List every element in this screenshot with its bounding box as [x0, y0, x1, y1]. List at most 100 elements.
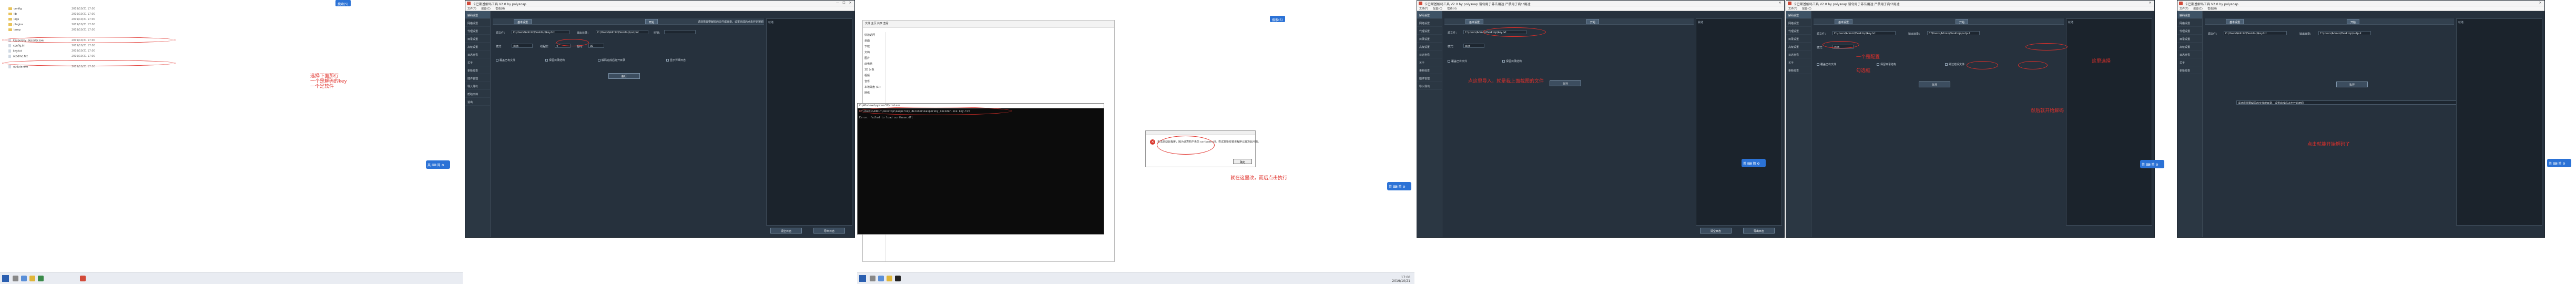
ime-badge[interactable]: 英 ⌨ 简 ⚙ [1387, 182, 1411, 190]
start-button[interactable]: 开始 [645, 19, 658, 24]
sidebar-item[interactable]: 解码设置 [2177, 11, 2202, 19]
checkbox-open-dir[interactable]: 解码完成后打开目录 [598, 58, 625, 62]
checkbox-overwrite[interactable]: 覆盖已有文件 [1448, 59, 1467, 63]
output-field[interactable]: C:\Users\Admin\Desktop\output [1927, 31, 1980, 35]
start-button[interactable]: 开始 [1586, 19, 1600, 24]
windows-start-icon[interactable] [859, 275, 866, 282]
checkbox-keep-tree[interactable]: 保留目录结构 [1877, 63, 1896, 66]
source-field[interactable]: C:\Users\Admin\Desktop\key.txt [1832, 31, 1896, 35]
nav-item[interactable]: 本地磁盘 (C:) [863, 84, 885, 90]
sidebar-item[interactable]: 更新检查 [1786, 66, 1811, 74]
search-chip[interactable]: 搜索(S) [335, 0, 351, 6]
menu-help[interactable]: 帮助(H) [2207, 7, 2217, 11]
tab-basic[interactable]: 基本设置 [1465, 19, 1484, 24]
nav-item[interactable]: 音乐 [863, 78, 885, 84]
taskbar-app-icon[interactable] [80, 276, 86, 281]
sidebar-item[interactable]: 代理设置 [1786, 27, 1811, 35]
run-button[interactable]: 执行 [1919, 82, 1950, 87]
menu-file[interactable]: 文件(F) [1788, 7, 1797, 11]
tab-basic[interactable]: 基本设置 [2226, 19, 2244, 24]
checkbox-skip-errors[interactable]: 跳过错误文件 [1945, 63, 1964, 66]
ime-badge[interactable]: 英 ⌨ 简 ⚙ [426, 160, 450, 169]
sidebar-item[interactable]: 日志查看 [1786, 50, 1811, 58]
checkbox-overwrite[interactable]: 覆盖已有文件 [1817, 63, 1836, 66]
nav-item[interactable]: 文档 [863, 49, 885, 55]
sidebar-item[interactable]: 解码设置 [465, 11, 490, 19]
run-button[interactable]: 执行 [1550, 80, 1581, 86]
close-icon[interactable]: ✕ [847, 1, 853, 6]
checkbox-keep-tree[interactable]: 保留目录结构 [545, 58, 565, 62]
checkbox-verbose[interactable]: 显示详细日志 [666, 58, 686, 62]
sidebar-item[interactable]: 目录设置 [465, 35, 490, 43]
maximize-icon[interactable]: ☐ [841, 1, 847, 6]
sidebar-item[interactable]: 退出 [465, 98, 490, 106]
close-icon[interactable]: ✕ [2537, 1, 2543, 6]
nav-item[interactable]: 3D 对象 [863, 67, 885, 73]
run-button[interactable]: 执行 [2336, 82, 2368, 87]
tab-basic[interactable]: 基本设置 [1835, 19, 1853, 24]
sidebar-item[interactable]: 网络设置 [465, 19, 490, 27]
sidebar-item[interactable]: 更新检查 [1417, 66, 1442, 74]
sidebar-item[interactable]: 关于 [1786, 58, 1811, 66]
checkbox-overwrite[interactable]: 覆盖已有文件 [496, 58, 515, 62]
key-field[interactable] [664, 30, 696, 34]
sidebar-item[interactable]: 高级设置 [1417, 43, 1442, 50]
nav-item[interactable]: 下载 [863, 44, 885, 49]
list-item[interactable]: temp 2019/10/21 17:00 [8, 28, 95, 33]
nav-item[interactable]: 网络 [863, 90, 885, 96]
menu-file[interactable]: 文件(F) [1419, 7, 1428, 11]
sidebar-item[interactable]: 关于 [1417, 58, 1442, 66]
sidebar-item[interactable]: 代理设置 [2177, 27, 2202, 35]
output-field[interactable]: C:\Users\Admin\Desktop\output [596, 30, 648, 34]
menu-file[interactable]: 文件(F) [467, 7, 476, 11]
list-item[interactable]: readme.txt 2019/10/21 17:00 [8, 55, 95, 59]
export-log-button[interactable]: 导出日志 [813, 228, 845, 234]
menu-config[interactable]: 配置(C) [2193, 7, 2202, 11]
clear-log-button[interactable]: 清空日志 [770, 228, 802, 234]
sidebar-item[interactable]: 网络设置 [2177, 19, 2202, 27]
clear-log-button[interactable]: 清空日志 [1700, 228, 1732, 234]
output-field[interactable]: C:\Users\Admin\Desktop\output [2318, 31, 2371, 35]
sidebar-item[interactable]: 高级设置 [1786, 43, 1811, 50]
taskbar-app-icon[interactable] [21, 276, 27, 281]
mode-select[interactable]: 自动 [512, 44, 533, 48]
source-field[interactable]: C:\Users\Admin\Desktop\key.txt [2224, 31, 2287, 35]
nav-item[interactable]: 图片 [863, 55, 885, 61]
menu-help[interactable]: 帮助(H) [495, 7, 505, 11]
sidebar-item[interactable]: 目录设置 [1786, 35, 1811, 43]
sidebar-item[interactable]: 解码设置 [1417, 11, 1442, 19]
sidebar-item[interactable]: 更新检查 [2177, 66, 2202, 74]
sidebar-item[interactable]: 目录设置 [2177, 35, 2202, 43]
sidebar-item[interactable]: 日志查看 [1417, 50, 1442, 58]
run-button[interactable]: 执行 [608, 73, 640, 79]
source-field[interactable]: C:\Users\Admin\Desktop\key.txt [512, 30, 569, 34]
taskbar-app-icon[interactable] [13, 276, 18, 281]
start-button[interactable]: 开始 [2347, 19, 2360, 24]
sidebar-item[interactable]: 网络设置 [1786, 19, 1811, 27]
menu-help[interactable]: 帮助(H) [1447, 7, 1457, 11]
timeout-field[interactable]: 30 [588, 44, 604, 48]
taskbar-app-icon[interactable] [895, 276, 901, 281]
sidebar-item[interactable]: 日志查看 [2177, 50, 2202, 58]
list-item[interactable]: plugins 2019/10/21 17:00 [8, 23, 95, 27]
dialog-ok-button[interactable]: 确定 [1233, 159, 1252, 164]
sidebar-item[interactable]: 网络设置 [1417, 19, 1442, 27]
taskbar-app-icon[interactable] [887, 276, 892, 281]
start-button[interactable]: 开始 [1956, 19, 1969, 24]
list-item[interactable]: logs 2019/10/21 17:00 [8, 18, 95, 22]
sidebar-item[interactable]: 导入导出 [1417, 82, 1442, 90]
menu-config[interactable]: 配置(C) [481, 7, 490, 11]
sidebar-item[interactable]: 插件管理 [1417, 74, 1442, 82]
taskbar-app-icon[interactable] [878, 276, 884, 281]
list-item[interactable]: lib 2019/10/21 17:00 [8, 13, 95, 17]
close-icon[interactable]: ✕ [2147, 1, 2153, 6]
export-log-button[interactable]: 导出日志 [1743, 228, 1775, 234]
menu-config[interactable]: 配置(C) [1802, 7, 1811, 11]
menu-file[interactable]: 文件(F) [2180, 7, 2188, 11]
search-chip[interactable]: 搜索(S) [1270, 16, 1285, 22]
sidebar-item[interactable]: 代理设置 [1417, 27, 1442, 35]
list-item[interactable]: update.exe 2019/10/21 17:00 [8, 65, 95, 69]
sidebar-item[interactable]: 关于 [465, 58, 490, 66]
taskbar-app-icon[interactable] [870, 276, 875, 281]
list-item[interactable]: config.ini 2019/10/21 17:00 [8, 44, 95, 48]
